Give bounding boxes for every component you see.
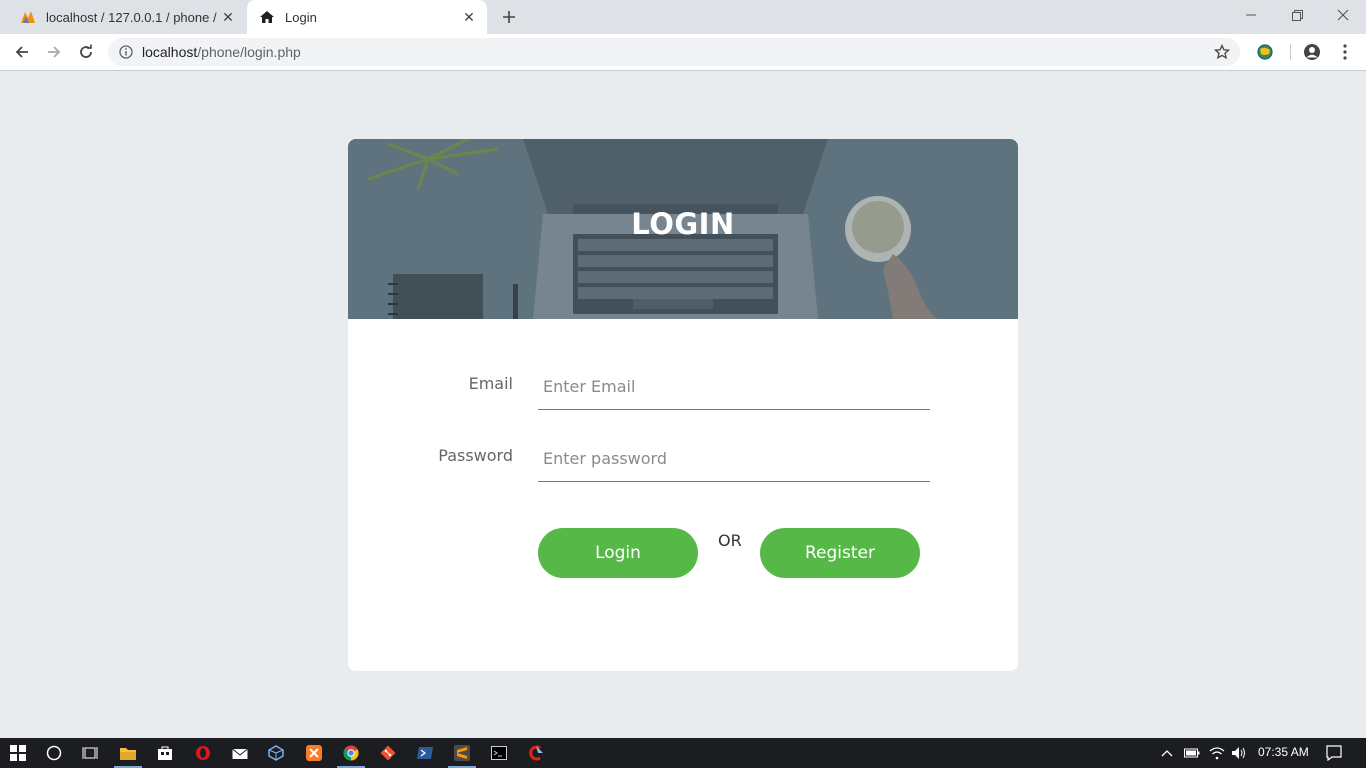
email-label: Email [468,374,513,393]
url-path: /phone/login.php [197,44,301,60]
restore-icon[interactable] [1274,0,1320,30]
register-button[interactable]: Register [760,528,920,578]
login-header-banner: LOGIN [348,139,1018,319]
password-label: Password [438,446,513,465]
volume-icon[interactable] [1231,745,1247,761]
task-view-icon[interactable] [78,741,102,765]
virtualbox-icon[interactable] [264,741,288,765]
sublime-text-icon[interactable] [448,741,476,768]
login-card: LOGIN Email Password Login OR Register [348,139,1018,671]
or-separator: OR [718,531,742,550]
extension-globe-icon[interactable] [1255,42,1275,62]
menu-dots-icon[interactable] [1335,42,1355,62]
address-bar[interactable]: localhost/phone/login.php [108,38,1240,66]
tab-strip: localhost / 127.0.0.1 / phone / us ✕ Log… [0,0,1366,34]
tab-title: Login [285,9,317,25]
profile-icon[interactable] [1302,42,1322,62]
password-field[interactable] [538,436,930,482]
taskbar: 07:35 AM [0,738,1366,768]
opera-icon[interactable] [191,741,215,765]
store-icon[interactable] [153,741,177,765]
command-prompt-icon[interactable] [487,741,511,765]
powershell-icon[interactable] [413,741,437,765]
url-text: localhost/phone/login.php [142,44,301,60]
email-field[interactable] [538,364,930,410]
xampp-icon[interactable] [302,741,326,765]
close-icon[interactable]: ✕ [218,7,238,27]
browser-toolbar: localhost/phone/login.php [0,34,1366,71]
new-tab-button[interactable] [498,6,520,28]
url-host: localhost [142,44,198,60]
file-explorer-icon[interactable] [114,741,142,768]
reload-icon[interactable] [74,40,98,64]
git-icon[interactable] [376,741,400,765]
tab-login[interactable]: Login ✕ [247,0,487,34]
back-icon[interactable] [10,40,34,64]
tab-title: localhost / 127.0.0.1 / phone / us [46,9,218,25]
phpmyadmin-icon [20,9,36,25]
cortana-search-icon[interactable] [42,741,66,765]
forward-icon[interactable] [42,40,66,64]
home-icon [259,9,275,25]
ccleaner-icon[interactable] [524,741,548,765]
minimize-icon[interactable] [1228,0,1274,30]
close-window-icon[interactable] [1320,0,1366,30]
password-row: Password [348,436,1018,482]
notifications-icon[interactable] [1326,745,1342,761]
email-row: Email [348,364,1018,410]
show-hidden-icons-chevron-icon[interactable] [1159,745,1175,761]
info-icon[interactable] [118,44,134,60]
system-clock[interactable]: 07:35 AM [1258,745,1309,759]
close-icon[interactable]: ✕ [459,7,479,27]
wifi-icon[interactable] [1209,745,1225,761]
chrome-icon[interactable] [337,741,365,768]
windows-start-icon[interactable] [6,741,30,765]
tab-phpmyadmin[interactable]: localhost / 127.0.0.1 / phone / us ✕ [8,0,246,34]
login-button[interactable]: Login [538,528,698,578]
bookmark-star-icon[interactable] [1213,43,1231,60]
mail-icon[interactable] [228,741,252,765]
battery-icon[interactable] [1184,745,1200,761]
page-title: LOGIN [631,207,735,241]
toolbar-separator [1290,44,1291,60]
